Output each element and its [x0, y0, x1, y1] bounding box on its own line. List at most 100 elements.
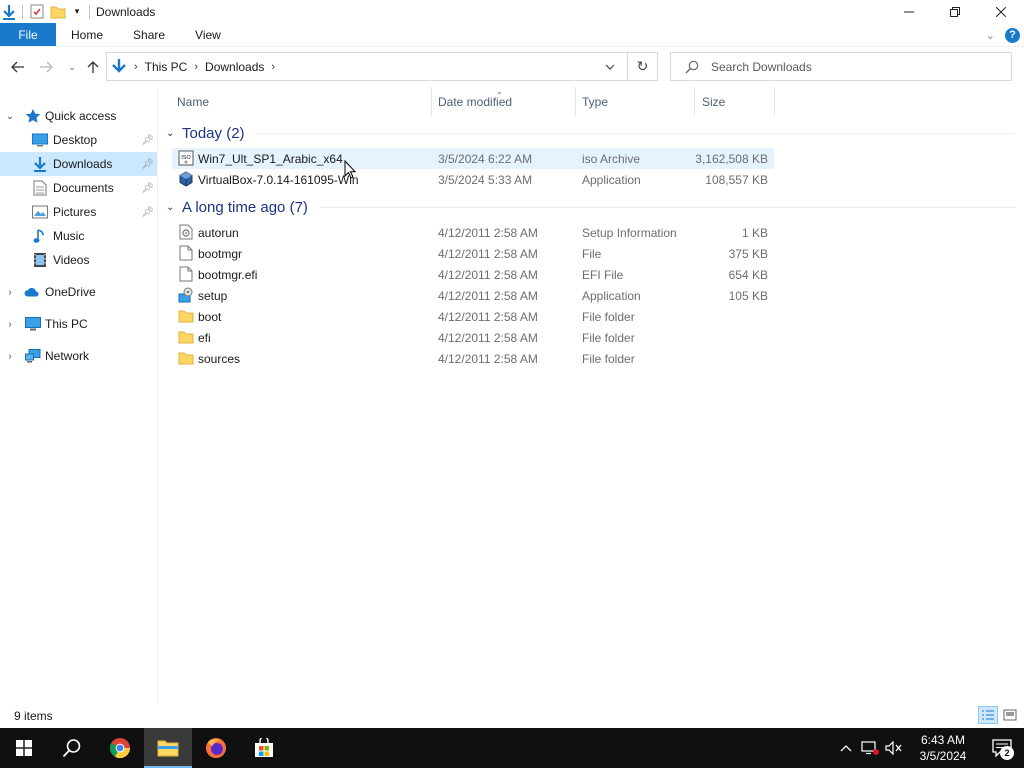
file-date: 3/5/2024 5:33 AM: [438, 172, 533, 187]
pin-icon[interactable]: 📌︎: [141, 135, 154, 146]
column-divider[interactable]: [431, 87, 432, 116]
file-date: 4/12/2011 2:58 AM: [438, 288, 538, 303]
minimize-button[interactable]: [886, 0, 932, 23]
column-header-size[interactable]: Size: [702, 87, 774, 116]
chevron-right-icon[interactable]: ›: [4, 286, 16, 298]
column-header-name[interactable]: Name: [177, 87, 432, 116]
group-header-long-ago[interactable]: ⌄ A long time ago (7): [166, 196, 308, 218]
tab-share[interactable]: Share: [118, 23, 180, 46]
file-type: EFI File: [582, 267, 624, 282]
sidebar-item-downloads[interactable]: Downloads 📌︎: [0, 152, 158, 176]
table-row[interactable]: sources 4/12/2011 2:58 AM File folder: [172, 348, 774, 369]
breadcrumb-this-pc[interactable]: This PC: [145, 60, 188, 74]
chevron-down-icon[interactable]: ⌄: [166, 202, 180, 213]
large-icons-view-icon[interactable]: [1000, 706, 1020, 724]
file-type: Setup Information: [582, 225, 677, 240]
search-icon: [62, 739, 81, 758]
file-date: 4/12/2011 2:58 AM: [438, 309, 538, 324]
file-date: 4/12/2011 2:58 AM: [438, 351, 538, 366]
up-button[interactable]: [81, 55, 105, 79]
tab-file[interactable]: File: [0, 23, 56, 46]
table-row[interactable]: ISO Win7_Ult_SP1_Arabic_x64 3/5/2024 6:2…: [172, 148, 774, 169]
chevron-down-icon[interactable]: ⌄: [4, 110, 16, 122]
chrome-icon: [109, 738, 131, 759]
sidebar-item-quick-access[interactable]: ⌄ Quick access: [0, 104, 158, 128]
file-size: 3,162,508 KB: [695, 151, 768, 166]
volume-muted-icon[interactable]: [882, 728, 906, 768]
column-divider[interactable]: [575, 87, 576, 116]
column-header-type[interactable]: Type: [582, 87, 695, 116]
search-input[interactable]: [711, 59, 991, 74]
clock[interactable]: 6:43 AM 3/5/2024: [906, 732, 980, 764]
table-row[interactable]: VirtualBox-7.0.14-161095-Win 3/5/2024 5:…: [172, 169, 774, 190]
sidebar-item-onedrive[interactable]: › OneDrive: [0, 280, 158, 304]
breadcrumb-separator: ›: [194, 60, 199, 73]
table-row[interactable]: bootmgr.efi 4/12/2011 2:58 AM EFI File 6…: [172, 264, 774, 285]
table-row[interactable]: bootmgr 4/12/2011 2:58 AM File 375 KB: [172, 243, 774, 264]
chevron-right-icon[interactable]: ›: [4, 318, 16, 330]
breadcrumb-separator[interactable]: ›: [271, 61, 275, 73]
customize-quick-access-icon[interactable]: ▾: [69, 0, 85, 23]
back-button[interactable]: [6, 55, 30, 79]
sidebar-item-videos[interactable]: Videos: [0, 248, 158, 272]
firefox-button[interactable]: [192, 728, 240, 768]
pictures-icon: [32, 204, 48, 220]
navigation-pane: ⌄ Quick access Desktop 📌︎ Downloads 📌︎ D…: [0, 87, 158, 703]
network-icon[interactable]: [858, 728, 882, 768]
address-dropdown-icon[interactable]: [599, 53, 621, 80]
details-view-icon[interactable]: [978, 706, 998, 724]
chevron-right-icon[interactable]: ›: [4, 350, 16, 362]
forward-button[interactable]: [34, 55, 58, 79]
file-explorer-button[interactable]: [144, 728, 192, 768]
new-folder-icon[interactable]: [47, 0, 69, 23]
pin-icon[interactable]: 📌︎: [141, 159, 154, 170]
refresh-button[interactable]: ↻: [627, 53, 657, 80]
column-divider[interactable]: [694, 87, 695, 116]
pin-icon[interactable]: 📌︎: [141, 207, 154, 218]
sidebar-item-documents[interactable]: Documents 📌︎: [0, 176, 158, 200]
expand-ribbon-icon[interactable]: ⌄: [986, 29, 995, 42]
restore-button[interactable]: [932, 0, 978, 23]
sidebar-item-this-pc[interactable]: › This PC: [0, 312, 158, 336]
breadcrumb-downloads[interactable]: Downloads: [205, 60, 264, 74]
file-icon: [178, 266, 194, 282]
pin-icon[interactable]: 📌︎: [141, 183, 154, 194]
file-date: 4/12/2011 2:58 AM: [438, 330, 538, 345]
search-box[interactable]: [670, 52, 1012, 81]
taskbar-search-button[interactable]: [48, 728, 96, 768]
sidebar-item-music[interactable]: Music: [0, 224, 158, 248]
sidebar-item-desktop[interactable]: Desktop 📌︎: [0, 128, 158, 152]
show-hidden-icons-icon[interactable]: [834, 728, 858, 768]
address-bar[interactable]: › This PC › Downloads › ↻: [106, 52, 658, 81]
properties-icon[interactable]: [27, 0, 47, 23]
group-title: A long time ago (7): [182, 198, 308, 216]
file-date: 4/12/2011 2:58 AM: [438, 225, 538, 240]
file-name: boot: [198, 309, 222, 324]
sidebar-item-label: Pictures: [53, 205, 97, 219]
sidebar-item-label: OneDrive: [45, 285, 96, 299]
tab-view[interactable]: View: [180, 23, 236, 46]
start-button[interactable]: [0, 728, 48, 768]
store-button[interactable]: [240, 728, 288, 768]
chrome-button[interactable]: [96, 728, 144, 768]
file-type: File folder: [582, 351, 635, 366]
desktop-icon: [32, 132, 48, 148]
group-divider: [320, 207, 1016, 208]
table-row[interactable]: efi 4/12/2011 2:58 AM File folder: [172, 327, 774, 348]
videos-icon: [32, 252, 48, 268]
tab-home[interactable]: Home: [56, 23, 118, 46]
chevron-down-icon[interactable]: ⌄: [166, 128, 180, 139]
column-header-date[interactable]: Date modified: [438, 87, 576, 116]
action-center-button[interactable]: 2: [980, 728, 1024, 768]
table-row[interactable]: autorun 4/12/2011 2:58 AM Setup Informat…: [172, 222, 774, 243]
column-divider[interactable]: [774, 87, 775, 116]
group-header-today[interactable]: ⌄ Today (2): [166, 122, 245, 144]
sidebar-item-pictures[interactable]: Pictures 📌︎: [0, 200, 158, 224]
file-name: Win7_Ult_SP1_Arabic_x64: [198, 151, 343, 166]
download-icon[interactable]: [0, 0, 18, 23]
help-icon[interactable]: ?: [1005, 27, 1020, 43]
sidebar-item-network[interactable]: › Network: [0, 344, 158, 368]
close-button[interactable]: [978, 0, 1024, 23]
table-row[interactable]: setup 4/12/2011 2:58 AM Application 105 …: [172, 285, 774, 306]
table-row[interactable]: boot 4/12/2011 2:58 AM File folder: [172, 306, 774, 327]
